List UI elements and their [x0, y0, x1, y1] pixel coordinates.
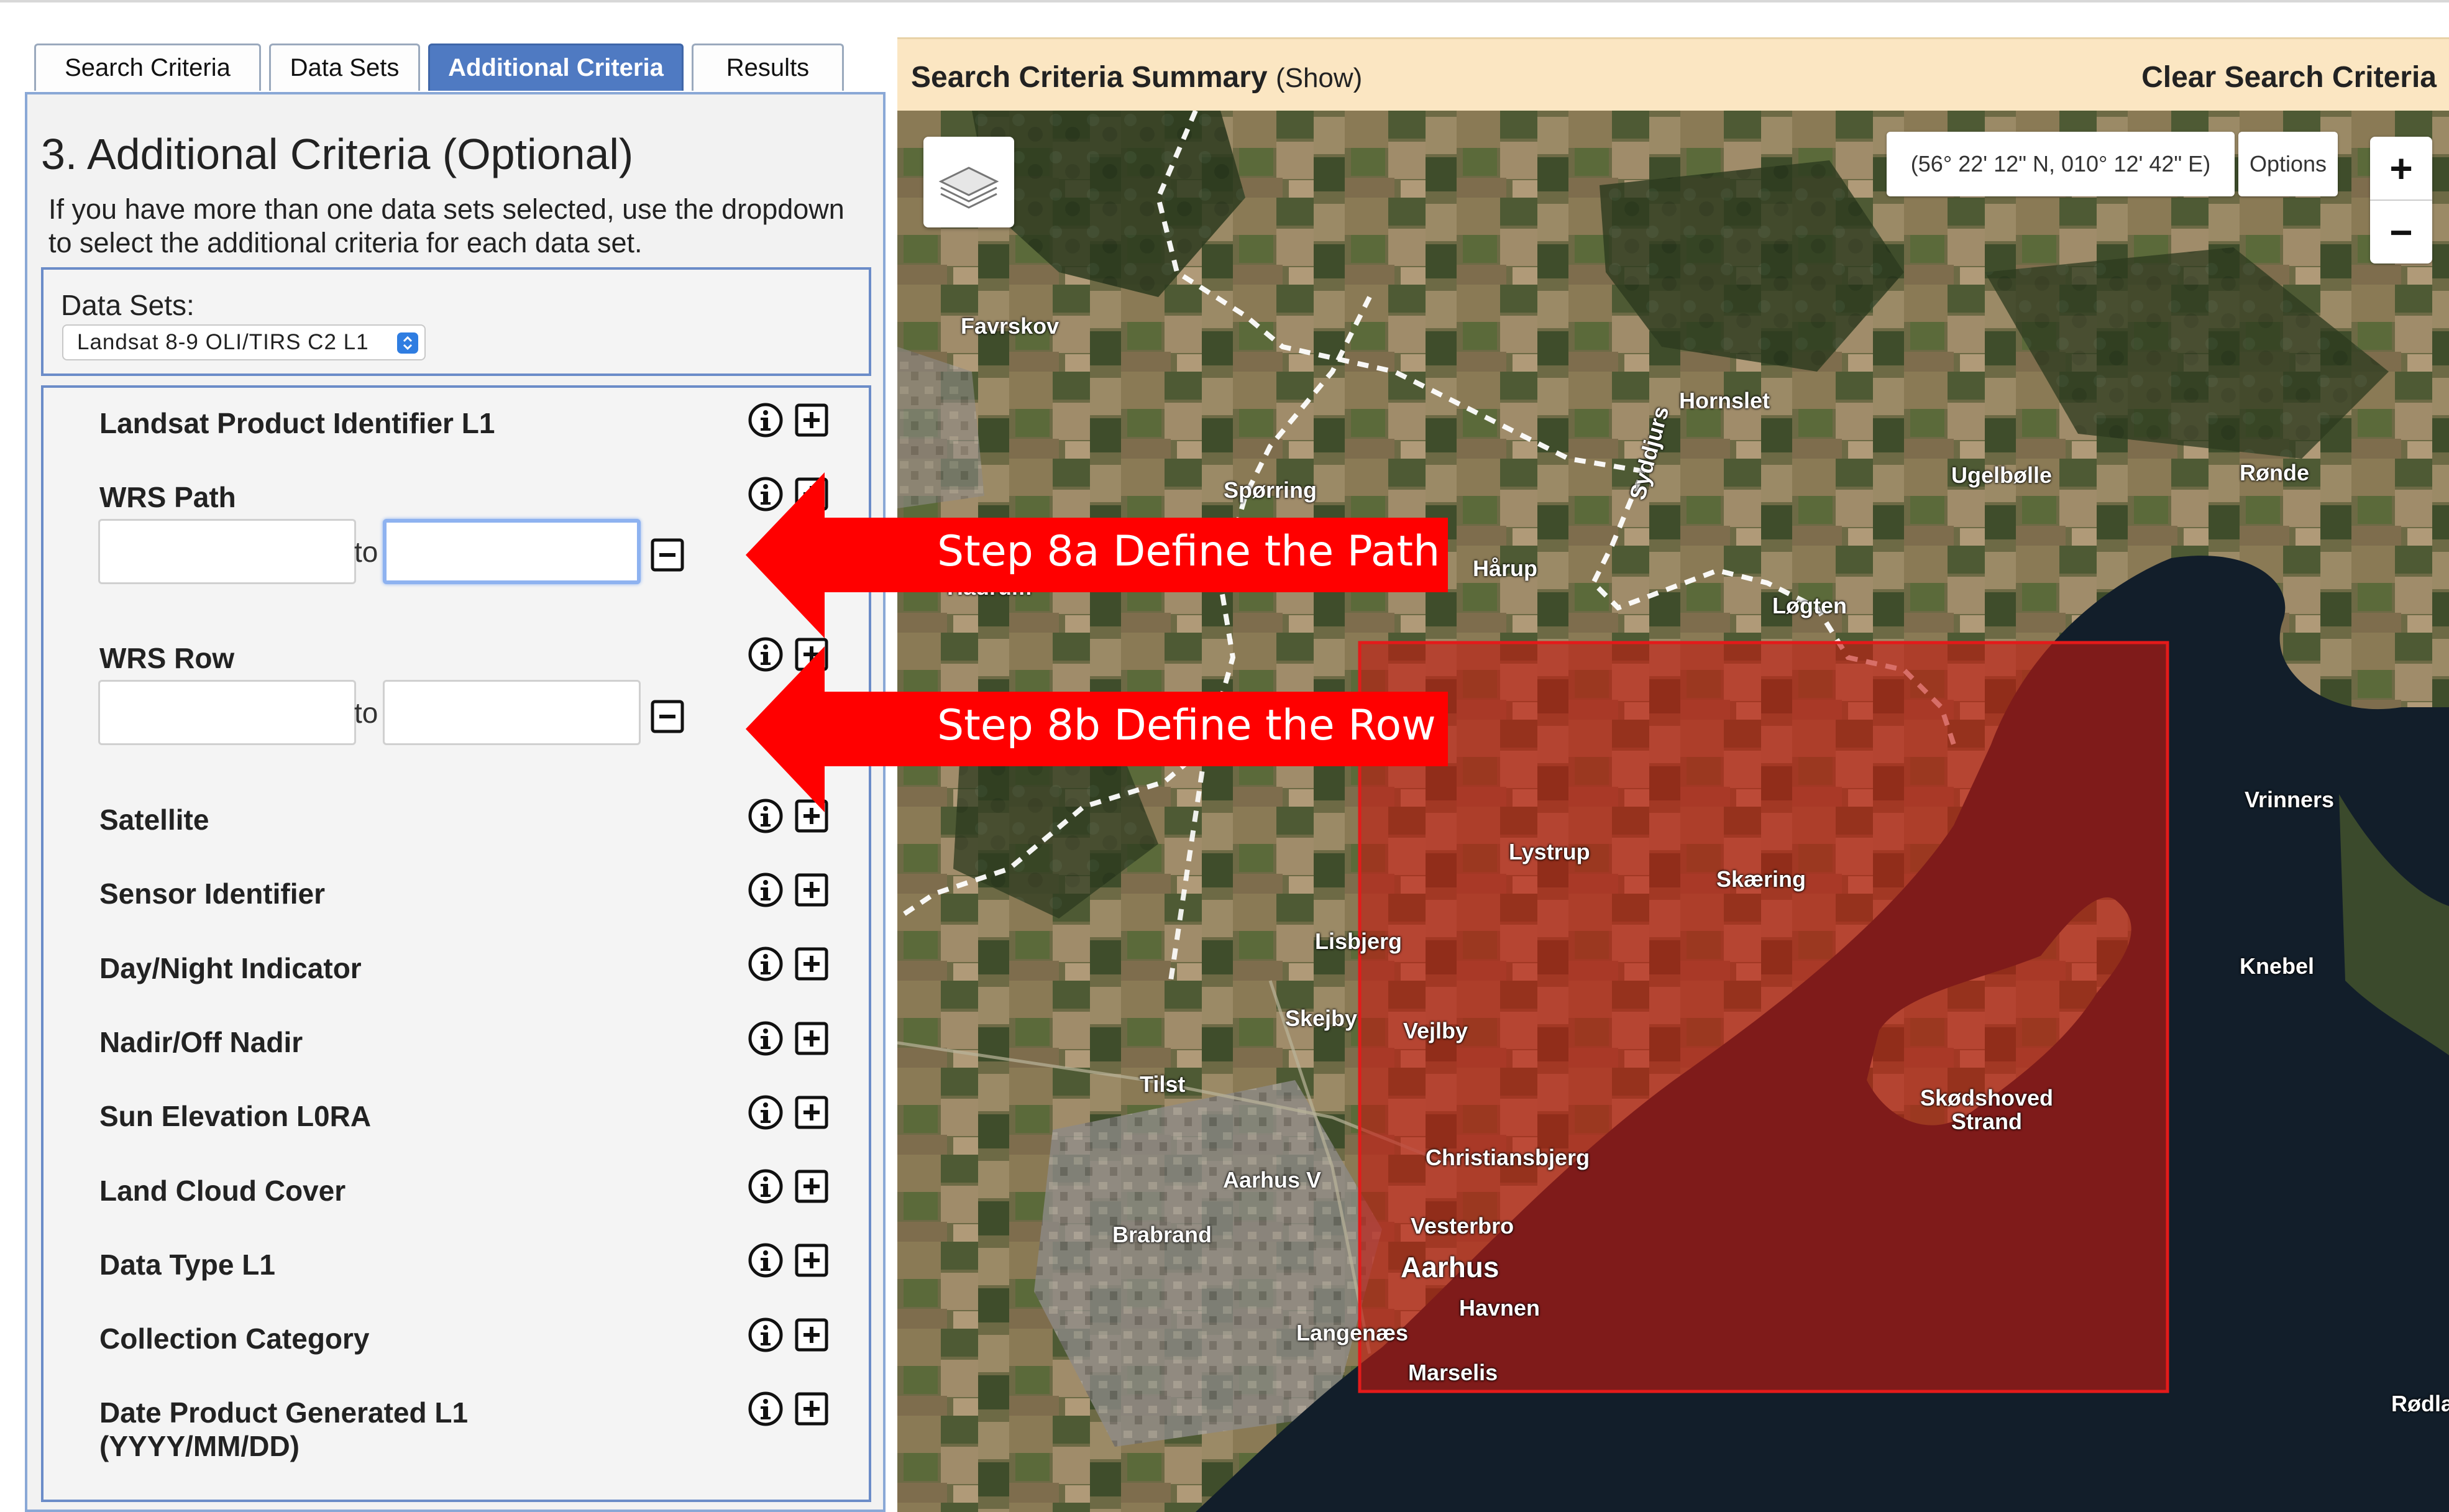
annotation-overlay: [746, 472, 1448, 812]
step-8a-label: Step 8a Define the Path: [937, 527, 1440, 576]
step-8b-label: Step 8b Define the Row: [937, 701, 1436, 750]
